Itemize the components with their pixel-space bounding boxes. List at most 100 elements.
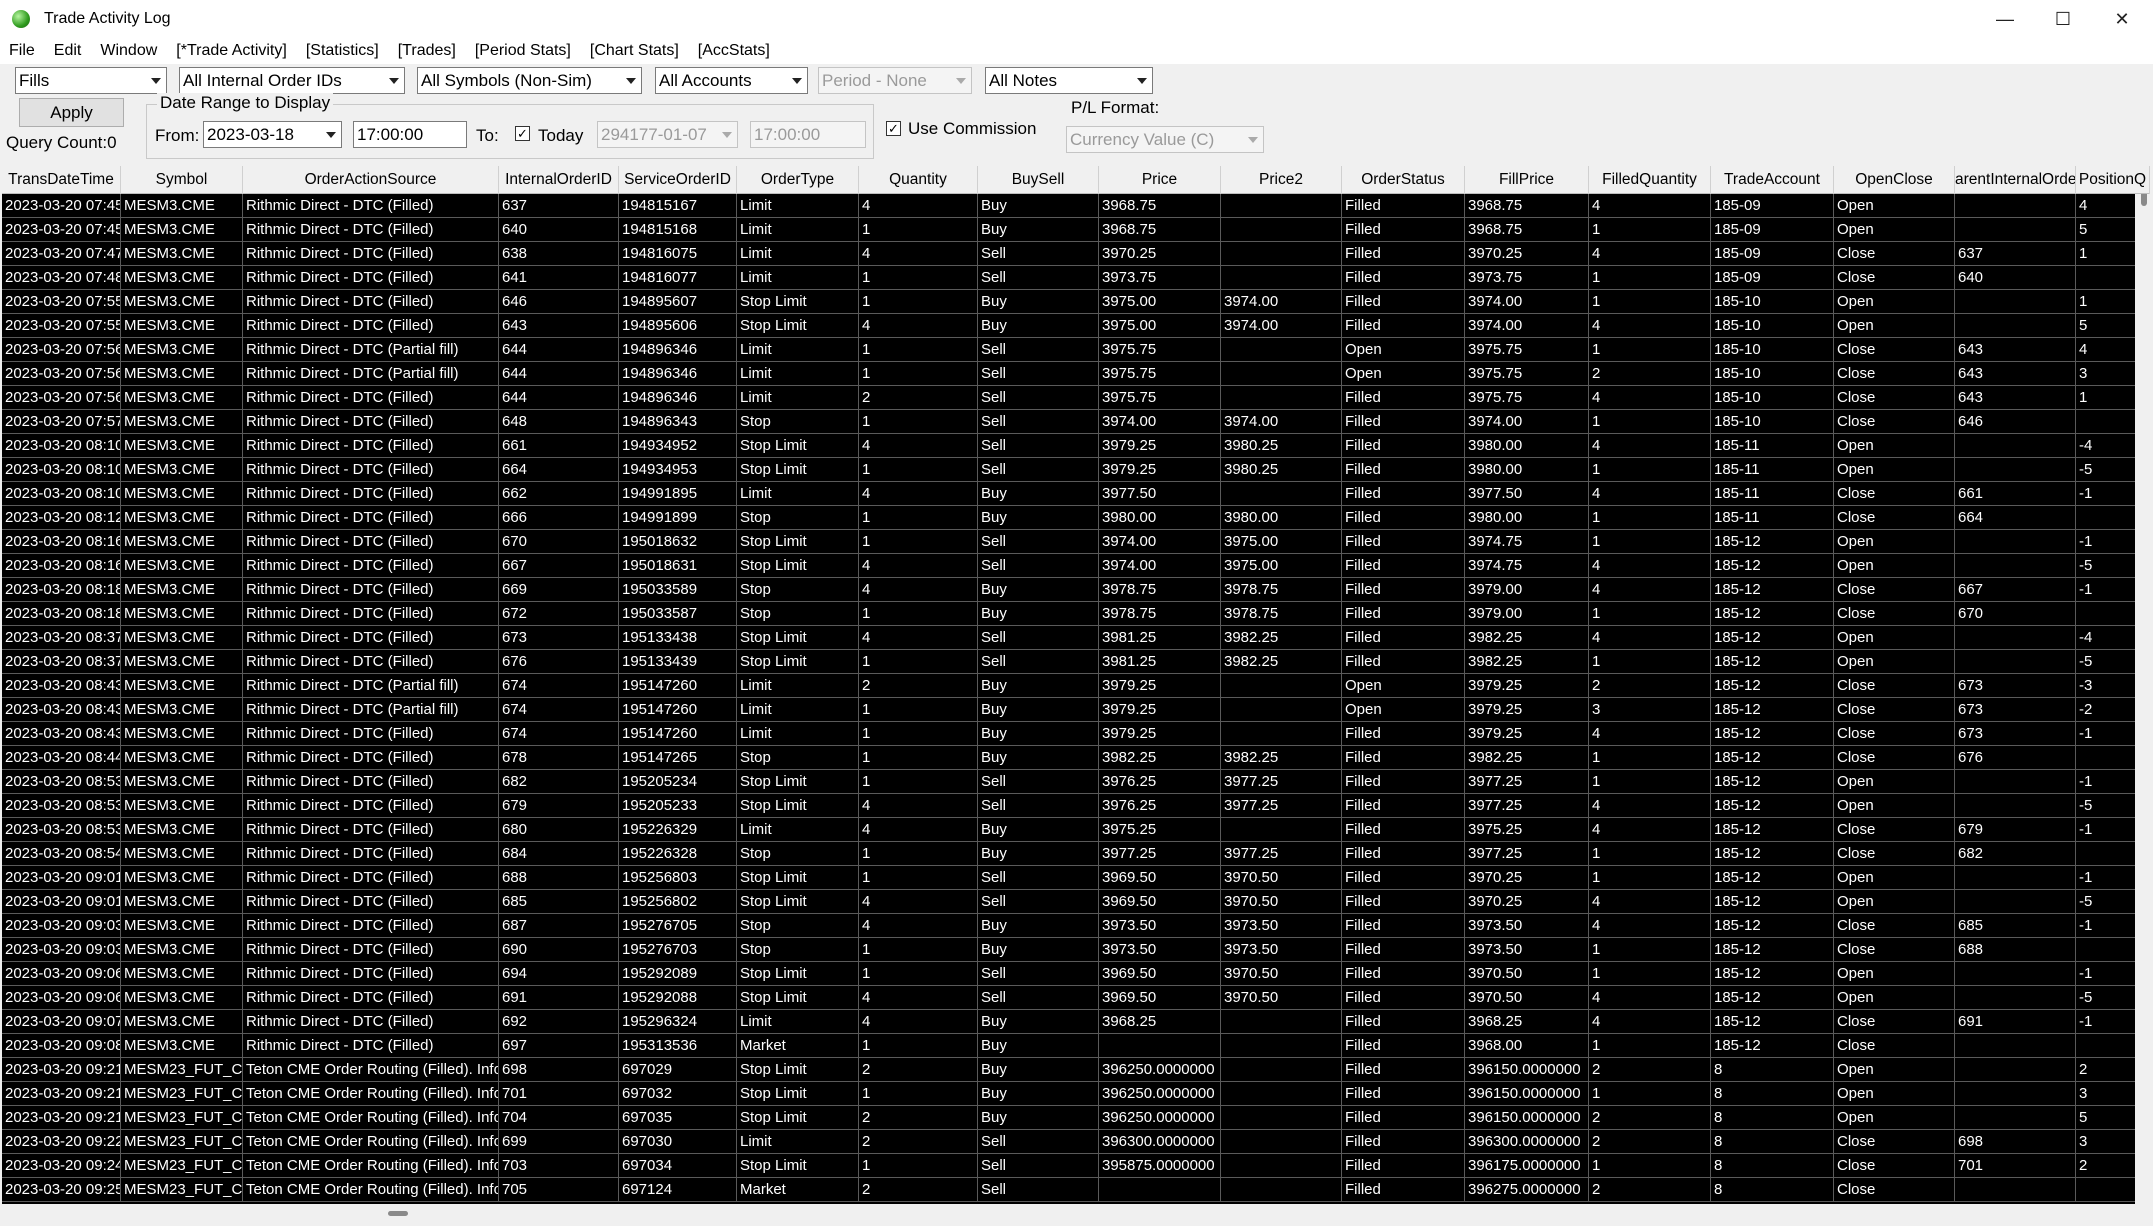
table-row[interactable]: 2023-03-20 08:16 MESM3.CME Rithmic Direct … xyxy=(2,554,2150,578)
chevron-down-icon[interactable] xyxy=(146,68,166,93)
column-header[interactable]: InternalOrderID xyxy=(499,166,619,194)
table-row[interactable]: 2023-03-20 08:12 MESM3.CME Rithmic Direct … xyxy=(2,506,2150,530)
menu-trades[interactable]: [Trades] xyxy=(392,42,462,60)
table-cell: Sell xyxy=(978,338,1099,361)
table-row[interactable]: 2023-03-20 09:21 MESM23_FUT_CM Teton CME O… xyxy=(2,1106,2150,1130)
table-row[interactable]: 2023-03-20 08:53 MESM3.CME Rithmic Direct … xyxy=(2,770,2150,794)
table-row[interactable]: 2023-03-20 09:01 MESM3.CME Rithmic Direct … xyxy=(2,866,2150,890)
column-header[interactable]: OrderStatus xyxy=(1342,166,1465,194)
table-row[interactable]: 2023-03-20 08:53 MESM3.CME Rithmic Direct … xyxy=(2,794,2150,818)
title-bar[interactable]: Trade Activity Log — ☐ ✕ xyxy=(0,0,2153,38)
chevron-down-icon[interactable] xyxy=(384,68,404,93)
table-row[interactable]: 2023-03-20 07:56 MESM3.CME Rithmic Direct … xyxy=(2,386,2150,410)
column-header[interactable]: BuySell xyxy=(978,166,1099,194)
table-row[interactable]: 2023-03-20 09:22 MESM23_FUT_CM Teton CME O… xyxy=(2,1130,2150,1154)
table-cell: 185-12 xyxy=(1711,770,1834,793)
maximize-icon[interactable]: ☐ xyxy=(2034,0,2092,38)
table-row[interactable]: 2023-03-20 08:18 MESM3.CME Rithmic Direct … xyxy=(2,602,2150,626)
horizontal-scrollbar[interactable] xyxy=(2,1204,2134,1222)
table-row[interactable]: 2023-03-20 07:56 MESM3.CME Rithmic Direct … xyxy=(2,338,2150,362)
column-header[interactable]: FilledQuantity xyxy=(1589,166,1711,194)
close-icon[interactable]: ✕ xyxy=(2093,0,2151,38)
menu-window[interactable]: Window xyxy=(94,42,163,60)
column-header[interactable]: Price xyxy=(1099,166,1221,194)
account-select[interactable]: All Accounts xyxy=(655,67,808,94)
menu-accstats[interactable]: [AccStats] xyxy=(692,42,776,60)
table-row[interactable]: 2023-03-20 08:43 MESM3.CME Rithmic Direct … xyxy=(2,674,2150,698)
table-row[interactable]: 2023-03-20 07:57 MESM3.CME Rithmic Direct … xyxy=(2,410,2150,434)
table-row[interactable]: 2023-03-20 09:03 MESM3.CME Rithmic Direct … xyxy=(2,914,2150,938)
column-header[interactable]: TradeAccount xyxy=(1711,166,1834,194)
table-row[interactable]: 2023-03-20 07:55 MESM3.CME Rithmic Direct … xyxy=(2,314,2150,338)
table-row[interactable]: 2023-03-20 08:10 MESM3.CME Rithmic Direct … xyxy=(2,482,2150,506)
table-cell: 4 xyxy=(859,242,978,265)
table-row[interactable]: 2023-03-20 07:45 MESM3.CME Rithmic Direct … xyxy=(2,218,2150,242)
chevron-down-icon[interactable] xyxy=(621,68,641,93)
table-cell: 3970.50 xyxy=(1465,962,1589,985)
table-cell: Sell xyxy=(978,1130,1099,1153)
menu-statistics[interactable]: [Statistics] xyxy=(300,42,385,60)
table-row[interactable]: 2023-03-20 07:56 MESM3.CME Rithmic Direct … xyxy=(2,362,2150,386)
table-cell: 3975.75 xyxy=(1099,386,1221,409)
table-row[interactable]: 2023-03-20 08:53 MESM3.CME Rithmic Direct … xyxy=(2,818,2150,842)
table-row[interactable]: 2023-03-20 08:44 MESM3.CME Rithmic Direct … xyxy=(2,746,2150,770)
table-row[interactable]: 2023-03-20 09:07 MESM3.CME Rithmic Direct … xyxy=(2,1010,2150,1034)
table-cell: 704 xyxy=(499,1106,619,1129)
order-id-select[interactable]: All Internal Order IDs xyxy=(179,67,405,94)
table-row[interactable]: 2023-03-20 09:25 MESM23_FUT_CM Teton CME O… xyxy=(2,1178,2150,1202)
notes-select[interactable]: All Notes xyxy=(985,67,1153,94)
column-header[interactable]: TransDateTime xyxy=(2,166,121,194)
horizontal-scroll-thumb[interactable] xyxy=(388,1211,408,1216)
table-row[interactable]: 2023-03-20 08:37 MESM3.CME Rithmic Direct … xyxy=(2,626,2150,650)
table-row[interactable]: 2023-03-20 08:43 MESM3.CME Rithmic Direct … xyxy=(2,722,2150,746)
table-cell: 194896346 xyxy=(619,362,737,385)
use-commission-checkbox[interactable]: ✓ xyxy=(886,121,901,136)
chevron-down-icon[interactable] xyxy=(1132,68,1152,93)
table-row[interactable]: 2023-03-20 09:24 MESM23_FUT_CM Teton CME O… xyxy=(2,1154,2150,1178)
column-header[interactable]: Quantity xyxy=(859,166,978,194)
table-row[interactable]: 2023-03-20 09:08 MESM3.CME Rithmic Direct … xyxy=(2,1034,2150,1058)
column-header[interactable]: OrderType xyxy=(737,166,859,194)
vertical-scrollbar[interactable] xyxy=(2135,166,2153,1204)
table-cell: Open xyxy=(1834,314,1955,337)
column-header[interactable]: OpenClose xyxy=(1834,166,1955,194)
minimize-icon[interactable]: — xyxy=(1976,0,2034,38)
table-row[interactable]: 2023-03-20 08:10 MESM3.CME Rithmic Direct … xyxy=(2,458,2150,482)
table-row[interactable]: 2023-03-20 07:45 MESM3.CME Rithmic Direct … xyxy=(2,194,2150,218)
table-row[interactable]: 2023-03-20 08:37 MESM3.CME Rithmic Direct … xyxy=(2,650,2150,674)
table-cell: Rithmic Direct - DTC (Filled) xyxy=(243,938,499,961)
table-row[interactable]: 2023-03-20 08:10 MESM3.CME Rithmic Direct … xyxy=(2,434,2150,458)
table-row[interactable]: 2023-03-20 07:48 MESM3.CME Rithmic Direct … xyxy=(2,266,2150,290)
table-row[interactable]: 2023-03-20 07:47 MESM3.CME Rithmic Direct … xyxy=(2,242,2150,266)
table-row[interactable]: 2023-03-20 08:43 MESM3.CME Rithmic Direct … xyxy=(2,698,2150,722)
table-cell: Rithmic Direct - DTC (Filled) xyxy=(243,962,499,985)
table-row[interactable]: 2023-03-20 09:21 MESM23_FUT_CM Teton CME O… xyxy=(2,1058,2150,1082)
column-header[interactable]: PositionQ xyxy=(2076,166,2150,194)
column-header[interactable]: FillPrice xyxy=(1465,166,1589,194)
table-row[interactable]: 2023-03-20 08:18 MESM3.CME Rithmic Direct … xyxy=(2,578,2150,602)
menu-chart-stats[interactable]: [Chart Stats] xyxy=(584,42,685,60)
column-header[interactable]: Symbol xyxy=(121,166,243,194)
menu-edit[interactable]: Edit xyxy=(48,42,88,60)
type-select[interactable]: Fills xyxy=(15,67,167,94)
table-row[interactable]: 2023-03-20 07:55 MESM3.CME Rithmic Direct … xyxy=(2,290,2150,314)
menu-file[interactable]: File xyxy=(3,42,41,60)
table-cell: 679 xyxy=(499,794,619,817)
chevron-down-icon[interactable] xyxy=(787,68,807,93)
symbol-select[interactable]: All Symbols (Non-Sim) xyxy=(417,67,642,94)
table-row[interactable]: 2023-03-20 09:01 MESM3.CME Rithmic Direct … xyxy=(2,890,2150,914)
column-header[interactable]: Price2 xyxy=(1221,166,1342,194)
table-row[interactable]: 2023-03-20 09:21 MESM23_FUT_CM Teton CME O… xyxy=(2,1082,2150,1106)
table-row[interactable]: 2023-03-20 09:06 MESM3.CME Rithmic Direct … xyxy=(2,986,2150,1010)
table-row[interactable]: 2023-03-20 09:03 MESM3.CME Rithmic Direct … xyxy=(2,938,2150,962)
column-header[interactable]: ServiceOrderID xyxy=(619,166,737,194)
table-row[interactable]: 2023-03-20 09:06 MESM3.CME Rithmic Direct … xyxy=(2,962,2150,986)
column-header[interactable]: arentInternalOrderI xyxy=(1955,166,2076,194)
table-row[interactable]: 2023-03-20 08:16 MESM3.CME Rithmic Direct … xyxy=(2,530,2150,554)
menu-period-stats[interactable]: [Period Stats] xyxy=(469,42,577,60)
apply-button[interactable]: Apply xyxy=(19,98,124,127)
menu-trade-activity[interactable]: [*Trade Activity] xyxy=(170,42,293,60)
column-header[interactable]: OrderActionSource xyxy=(243,166,499,194)
table-row[interactable]: 2023-03-20 08:54 MESM3.CME Rithmic Direct … xyxy=(2,842,2150,866)
trade-activity-table[interactable]: TransDateTime Symbol OrderActionSource Inte… xyxy=(2,166,2152,1204)
